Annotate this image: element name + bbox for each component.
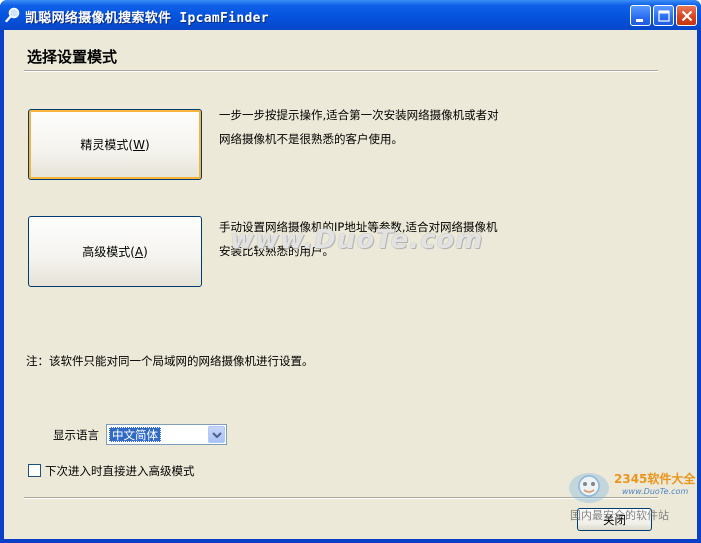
language-select[interactable]: 中文简体 [106,424,227,445]
dialog-client-area: 选择设置模式 精灵模式(W) 一步一步按提示操作,适合第一次安装网络摄像机或者对… [4,30,697,539]
advanced-next-time-label[interactable]: 下次进入时直接进入高级模式 [45,463,195,479]
window-title: 凯聪网络摄像机搜索软件 IpcamFinder [25,11,269,26]
wizard-mode-label: 精灵模式(W) [80,138,150,152]
advanced-mode-button[interactable]: 高级模式(A) [28,216,202,287]
language-selected-value: 中文简体 [109,427,161,442]
magnifier-icon [5,7,20,23]
minimize-button[interactable] [630,5,651,26]
duote-watermark: www.DuoTe.com [230,225,484,255]
language-label: 显示语言 [53,428,99,442]
window-bottom-border [0,539,701,543]
corner-slogan-text: 国内最安全的软件站 [570,509,669,522]
close-icon [681,10,693,22]
corner-brand-text: 2345软件大全 [614,472,696,486]
maximize-button[interactable] [653,5,674,26]
title-bar[interactable]: 凯聪网络摄像机搜索软件 IpcamFinder [0,0,701,30]
mascot-logo-icon [569,473,609,503]
dropdown-button[interactable] [208,426,225,443]
wizard-mode-button[interactable]: 精灵模式(W) [28,109,202,180]
advanced-next-time-checkbox[interactable] [28,464,41,477]
wizard-mode-description: 一步一步按提示操作,适合第一次安装网络摄像机或者对 网络摄像机不是很熟悉的客户使… [219,108,499,146]
lan-note: 注：该软件只能对同一个局域网的网络摄像机进行设置。 [26,354,314,368]
header-divider [24,70,658,72]
maximize-icon [658,10,670,22]
corner-url-text: www.DuoTe.com [622,487,689,496]
advanced-mode-label: 高级模式(A) [82,245,148,259]
chevron-down-icon [212,432,222,438]
page-title: 选择设置模式 [27,48,118,66]
close-window-button[interactable] [676,5,697,26]
minimize-icon [636,19,643,22]
app-window: 凯聪网络摄像机搜索软件 IpcamFinder 选择设置模式 精灵模式(W) 一… [0,0,701,543]
footer-divider [24,497,658,499]
